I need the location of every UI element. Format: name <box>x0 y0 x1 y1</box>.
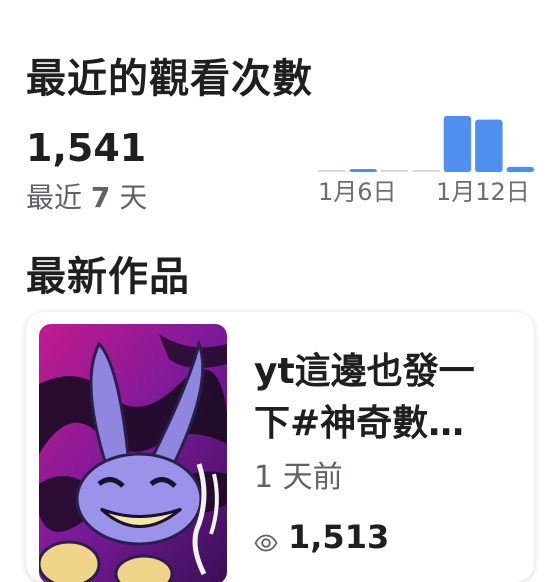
video-title[interactable]: yt這邊也發一 下#神奇數… <box>254 346 514 450</box>
period-number: 7 <box>90 181 111 214</box>
chart-tick-label-end: 1月12日 <box>436 178 530 206</box>
views-count: 1,541 <box>26 126 147 170</box>
video-title-line-2: 下#神奇數… <box>254 403 465 444</box>
video-age: 1 天前 <box>254 460 343 495</box>
eye-icon <box>254 525 278 552</box>
video-thumbnail[interactable] <box>39 324 227 582</box>
period-prefix: 最近 <box>26 181 83 214</box>
video-views: 1,513 <box>254 518 389 556</box>
video-views-count: 1,513 <box>288 518 390 556</box>
chart-bar <box>475 119 503 172</box>
section-title-recent-views: 最近的觀看次數 <box>26 56 313 102</box>
period-suffix: 天 <box>119 181 148 214</box>
views-mini-chart <box>318 116 534 172</box>
video-title-line-1: yt這邊也發一 <box>254 351 475 392</box>
chart-tick-label-start: 1月6日 <box>318 178 397 206</box>
section-title-latest: 最新作品 <box>26 254 190 300</box>
thumbnail-illustration <box>39 324 227 582</box>
period-label: 最近 7 天 <box>26 176 147 216</box>
chart-bar <box>443 116 472 172</box>
latest-video-card[interactable]: yt這邊也發一 下#神奇數… 1 天前 1,513 <box>26 312 534 582</box>
